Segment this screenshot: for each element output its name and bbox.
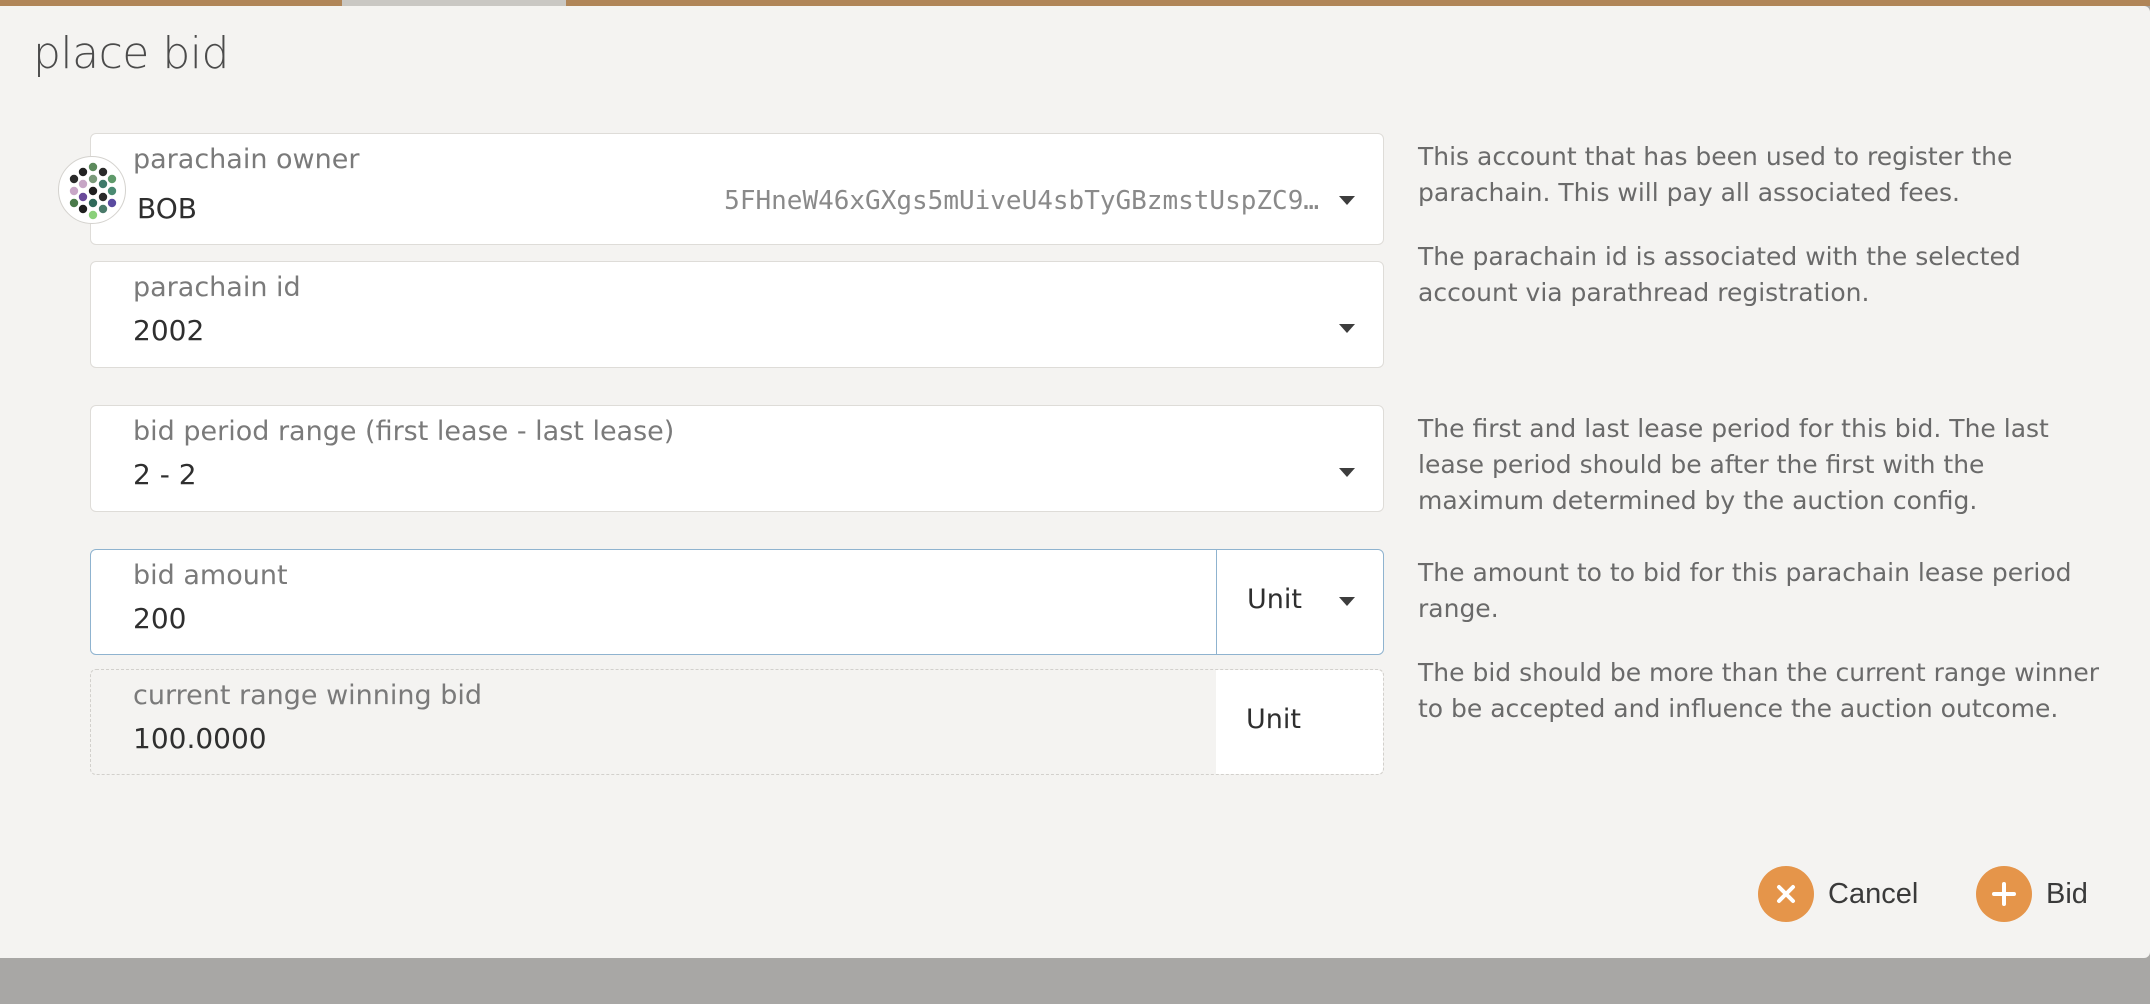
chevron-down-icon <box>1339 468 1355 477</box>
plus-icon <box>1976 866 2032 922</box>
cancel-button[interactable]: Cancel <box>1758 866 1918 922</box>
bid-amount-field: bid amount 200 Unit <box>90 549 1384 655</box>
bid-amount-unit-select[interactable]: Unit <box>1216 550 1383 654</box>
bid-period-range-select[interactable]: bid period range (first lease - last lea… <box>90 405 1384 512</box>
chevron-down-icon <box>1339 324 1355 333</box>
bid-period-range-label: bid period range (first lease - last lea… <box>133 416 675 447</box>
bid-period-range-value: 2 - 2 <box>133 458 197 491</box>
parachain-owner-label: parachain owner <box>133 144 360 175</box>
winning-bid-help: The bid should be more than the current … <box>1418 658 2099 723</box>
owner-identicon-icon <box>58 156 126 224</box>
bid-period-range-help: The first and last lease period for this… <box>1418 414 2049 515</box>
winning-bid-unit-label: Unit <box>1246 704 1301 735</box>
parachain-id-value: 2002 <box>133 314 205 347</box>
winning-bid-field: current range winning bid 100.0000 Unit <box>90 669 1384 775</box>
parachain-owner-select[interactable]: parachain owner BOB 5FHneW46xGXgs5mUiveU… <box>90 133 1384 245</box>
bid-amount-help: The amount to to bid for this parachain … <box>1418 558 2072 623</box>
bid-amount-unit-label: Unit <box>1247 584 1302 615</box>
cancel-button-label: Cancel <box>1828 877 1919 910</box>
close-icon <box>1758 866 1814 922</box>
parachain-owner-name: BOB <box>137 192 197 225</box>
winning-bid-unit: Unit <box>1216 670 1383 774</box>
parachain-id-select[interactable]: parachain id 2002 <box>90 261 1384 368</box>
modal-title: place bid <box>33 28 229 79</box>
winning-bid-value: 100.0000 <box>133 722 267 755</box>
chevron-down-icon <box>1339 196 1355 205</box>
parachain-owner-help: This account that has been used to regis… <box>1418 142 2013 207</box>
bid-button-label: Bid <box>2046 877 2088 910</box>
bid-button[interactable]: Bid <box>1976 866 2088 922</box>
bid-amount-input[interactable]: 200 <box>133 602 186 635</box>
winning-bid-label: current range winning bid <box>133 680 482 711</box>
chevron-down-icon <box>1339 597 1355 606</box>
bid-amount-label: bid amount <box>133 560 288 591</box>
parachain-owner-address: 5FHneW46xGXgs5mUiveU4sbTyGBzmstUspZC9… <box>724 186 1319 216</box>
parachain-id-help: The parachain id is associated with the … <box>1418 242 2021 307</box>
place-bid-modal: place bid parachain owner BOB 5FHneW46xG… <box>0 6 2150 958</box>
parachain-id-label: parachain id <box>133 272 301 303</box>
